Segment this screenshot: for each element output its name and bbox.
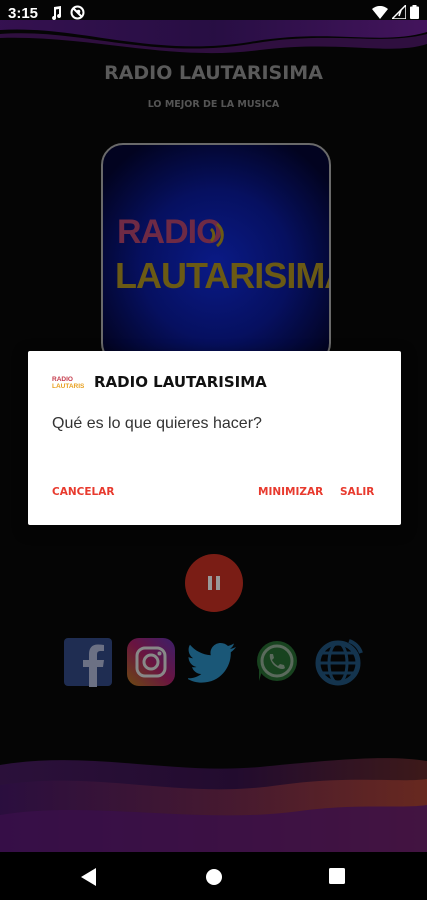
recents-icon[interactable] bbox=[329, 868, 345, 884]
back-icon[interactable] bbox=[81, 868, 97, 886]
minimize-button[interactable]: MINIMIZAR bbox=[258, 486, 323, 498]
twitter-icon[interactable] bbox=[186, 637, 238, 687]
pause-button[interactable] bbox=[185, 554, 243, 612]
instagram-icon[interactable] bbox=[126, 637, 176, 687]
svg-text:RADIO: RADIO bbox=[52, 376, 73, 383]
svg-text:LAUTARISIMA: LAUTARISIMA bbox=[52, 383, 84, 389]
station-logo: RADIO LAUTARISIMA bbox=[101, 143, 331, 365]
app-logo-icon: RADIO LAUTARISIMA bbox=[52, 376, 84, 389]
home-icon[interactable] bbox=[205, 868, 223, 886]
logo-text-line1: RADIO bbox=[117, 213, 223, 251]
whatsapp-icon[interactable] bbox=[251, 637, 301, 687]
app-screen: 3:15 RADIO LAUTARISIMA LO MEJOR DE LA MU… bbox=[0, 0, 427, 900]
exit-dialog: RADIO LAUTARISIMA RADIO LAUTARISIMA Qué … bbox=[28, 351, 401, 525]
navigation-bar bbox=[0, 852, 427, 900]
dialog-title: RADIO LAUTARISIMA bbox=[94, 373, 267, 391]
logo-text-line2: LAUTARISIMA bbox=[115, 255, 331, 296]
bottom-wave-decoration bbox=[0, 758, 427, 853]
dialog-message: Qué es lo que quieres hacer? bbox=[52, 415, 262, 432]
web-globe-icon[interactable] bbox=[313, 637, 363, 687]
pause-icon-bar bbox=[216, 576, 220, 590]
facebook-icon[interactable] bbox=[63, 637, 113, 687]
app-subtitle: LO MEJOR DE LA MUSICA bbox=[147, 99, 280, 110]
top-wave-decoration bbox=[0, 20, 427, 54]
app-title: RADIO LAUTARISIMA bbox=[104, 62, 323, 84]
exit-button[interactable]: SALIR bbox=[340, 486, 374, 498]
broadcast-waves-icon bbox=[209, 222, 224, 248]
pause-icon bbox=[208, 576, 212, 590]
cancel-button[interactable]: CANCELAR bbox=[52, 486, 114, 498]
